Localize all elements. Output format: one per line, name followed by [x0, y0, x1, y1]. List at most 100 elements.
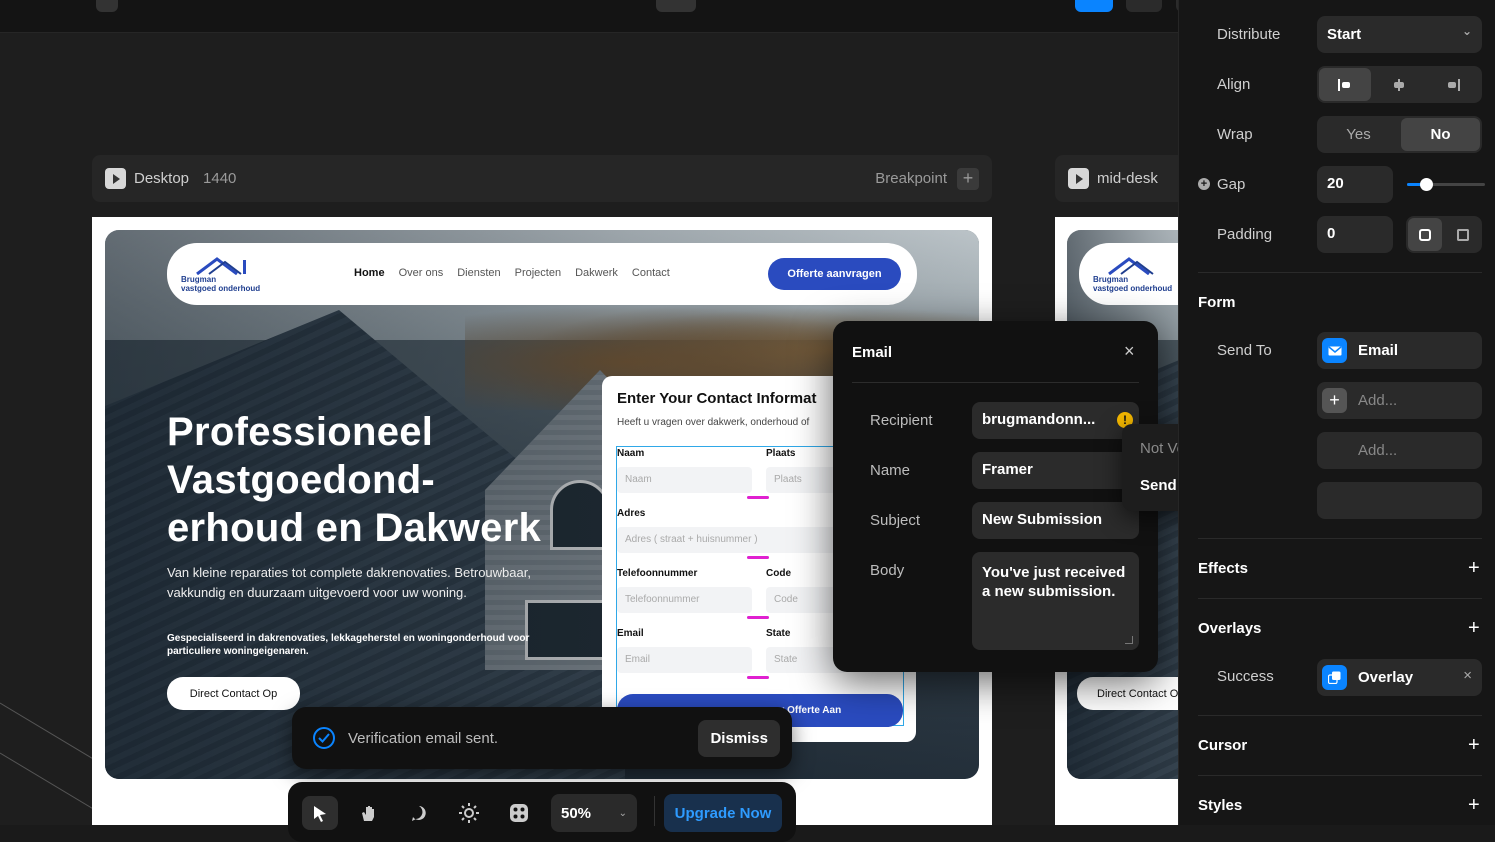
distribute-label: Distribute [1217, 26, 1281, 43]
wrap-yes-button[interactable]: Yes [1319, 118, 1398, 151]
label-state: State [766, 628, 791, 639]
send-to-extra-item[interactable] [1317, 482, 1482, 519]
panel-divider [1198, 715, 1482, 716]
desktop-frame-header[interactable]: Desktop 1440 Breakpoint + [92, 155, 992, 202]
hero-title-line3: erhoud en Dakwerk [167, 506, 542, 550]
frame-width: 1440 [203, 170, 237, 187]
recipient-field[interactable]: brugmandonn... [972, 402, 1139, 439]
align-start-button[interactable] [1319, 68, 1371, 101]
padding-individual-button[interactable] [1446, 218, 1480, 251]
close-icon[interactable]: × [1124, 341, 1135, 362]
nav-over-ons[interactable]: Over ons [399, 267, 444, 279]
add-effect-plus-icon[interactable]: + [1468, 558, 1480, 578]
send-to-label: Send To [1217, 342, 1272, 359]
align-start-icon [1338, 78, 1350, 91]
zoom-select[interactable]: 50% ⌄ [551, 794, 637, 832]
nav-contact[interactable]: Contact [632, 267, 670, 279]
chevron-down-icon: ⌄ [618, 807, 627, 819]
wrap-label: Wrap [1217, 126, 1253, 143]
properties-panel: Distribute Start ⌄ Align Wrap Yes No + G… [1178, 0, 1495, 825]
form-subtitle: Heeft u vragen over dakwerk, onderhoud o… [617, 417, 810, 428]
styles-section-title: Styles [1198, 797, 1243, 814]
add-icon: + [1322, 388, 1347, 413]
menu-button[interactable] [96, 0, 118, 12]
sun-icon [459, 803, 479, 823]
page-title-pill [656, 0, 696, 12]
adres-input[interactable]: Adres ( straat + huisnummer ) [617, 527, 857, 553]
upgrade-button[interactable]: Upgrade Now [664, 794, 782, 832]
form-title: Enter Your Contact Informat [617, 390, 817, 407]
send-to-email-item[interactable]: Email [1317, 332, 1482, 369]
align-segmented [1317, 66, 1482, 103]
wrap-segmented: Yes No [1317, 116, 1482, 153]
send-to-add-label: Add... [1358, 392, 1398, 409]
label-adres: Adres [617, 508, 646, 519]
nav-home[interactable]: Home [354, 267, 385, 279]
hero-title: Professioneel Vastgoedond- erhoud en Dak… [167, 408, 597, 552]
add-cursor-plus-icon[interactable]: + [1468, 735, 1480, 755]
gap-slider-thumb[interactable] [1420, 178, 1433, 191]
nav-projecten[interactable]: Projecten [515, 267, 561, 279]
add-overlay-plus-icon[interactable]: + [1468, 618, 1480, 638]
dashed-square-icon [1457, 228, 1469, 241]
align-label: Align [1217, 76, 1251, 93]
globe-icon[interactable] [1126, 0, 1162, 12]
nav-diensten[interactable]: Diensten [457, 267, 500, 279]
site-logo[interactable]: Brugman vastgoed onderhoud [181, 257, 260, 293]
success-overlay-label: Overlay [1358, 669, 1414, 686]
email-input[interactable]: Email [617, 647, 752, 673]
play-icon[interactable] [1068, 168, 1089, 189]
padding-mode-segmented [1406, 216, 1482, 253]
gap-input[interactable]: 20 [1317, 166, 1393, 203]
toast-notification: Verification email sent. Dismiss [292, 707, 792, 769]
align-end-button[interactable] [1427, 68, 1479, 101]
resize-handle-icon[interactable] [1125, 636, 1133, 644]
breakpoint-label[interactable]: Breakpoint [875, 170, 947, 187]
gap-plus-icon[interactable]: + [1198, 178, 1210, 190]
name-field[interactable]: Framer [972, 452, 1139, 489]
wrap-no-button[interactable]: No [1401, 118, 1480, 151]
subject-field[interactable]: New Submission [972, 502, 1139, 539]
hero-text: Van kleine reparaties tot complete dakre… [167, 565, 531, 600]
email-settings-popover[interactable]: Email × Recipient brugmandonn... ! Name … [833, 321, 1158, 672]
remove-icon[interactable]: × [1463, 667, 1472, 684]
align-end-icon [1448, 78, 1460, 91]
nav-dakwerk[interactable]: Dakwerk [575, 267, 618, 279]
offerte-button[interactable]: Offerte aanvragen [768, 258, 901, 290]
preview-button[interactable] [1075, 0, 1113, 12]
distribute-value: Start [1327, 26, 1362, 43]
gap-slider-track[interactable] [1407, 178, 1485, 191]
label-plaats: Plaats [766, 448, 796, 459]
mid-frame-header[interactable]: mid-desk [1055, 155, 1178, 202]
play-icon[interactable] [105, 168, 126, 189]
send-to-add-item[interactable]: + Add... [1317, 382, 1482, 419]
direct-contact-button[interactable]: Direct Contact Op [1077, 677, 1178, 710]
align-center-button[interactable] [1373, 68, 1425, 101]
bottom-toolbar: 50% ⌄ Upgrade Now [288, 782, 796, 842]
direct-contact-button[interactable]: Direct Contact Op [167, 677, 300, 710]
success-overlay-item[interactable]: Overlay × [1317, 659, 1482, 696]
send-to-add-item[interactable]: Add... [1317, 432, 1482, 469]
align-center-icon [1394, 78, 1404, 91]
padding-input[interactable]: 0 [1317, 216, 1393, 253]
add-breakpoint-button[interactable]: + [957, 167, 979, 190]
check-circle-icon [313, 727, 335, 749]
logo-line2: vastgoed onderhoud [181, 284, 261, 293]
body-textarea[interactable]: You've just received a new submission. [972, 552, 1139, 650]
effects-section-title: Effects [1198, 560, 1249, 577]
panel-divider [1198, 538, 1482, 539]
cursor-icon [314, 806, 326, 822]
naam-input[interactable]: Naam [617, 467, 752, 493]
add-style-plus-icon[interactable]: + [1468, 795, 1480, 815]
padding-uniform-button[interactable] [1408, 218, 1442, 251]
telefoonnummer-input[interactable]: Telefoonnummer [617, 587, 752, 613]
cursor-section-title: Cursor [1198, 737, 1248, 754]
dismiss-button[interactable]: Dismiss [698, 719, 780, 757]
logo-line1: Brugman [181, 275, 217, 284]
logo-line1: Brugman [1093, 275, 1129, 284]
distribute-select[interactable]: Start ⌄ [1317, 16, 1482, 53]
gap-indicator [747, 616, 769, 619]
gap-indicator [747, 676, 769, 679]
panel-divider [1198, 272, 1482, 273]
gap-label: Gap [1217, 176, 1246, 193]
